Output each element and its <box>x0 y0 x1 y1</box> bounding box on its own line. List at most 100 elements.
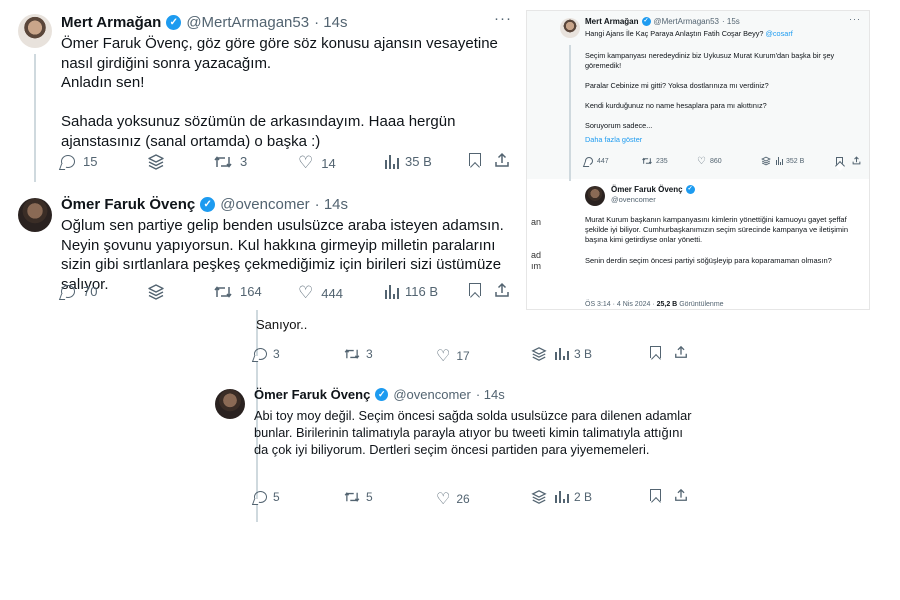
reply-button[interactable]: 3 <box>254 347 280 361</box>
views-icon <box>776 157 783 165</box>
heart-icon: ♡ <box>298 283 314 302</box>
grok-button[interactable] <box>147 283 165 301</box>
tweet-thread-panel-2: Mert Armağan ✓ @MertArmagan53 · 15s ··· … <box>526 10 870 310</box>
retweet-icon <box>214 155 232 168</box>
retweet-count: 5 <box>366 490 373 504</box>
avatar[interactable] <box>585 186 605 206</box>
retweet-button[interactable]: 164 <box>214 284 262 299</box>
tweet-time[interactable]: · 15s <box>722 17 740 26</box>
author-name[interactable]: Ömer Faruk Övenç <box>61 196 195 213</box>
retweet-button[interactable]: 235 <box>642 157 668 165</box>
heart-icon: ♡ <box>436 491 451 508</box>
avatar[interactable] <box>18 198 52 232</box>
bookmark-icon <box>469 283 481 296</box>
retweet-button[interactable]: 3 <box>344 347 373 361</box>
views-button[interactable]: 2 B <box>555 490 592 504</box>
bookmark-button[interactable] <box>469 283 481 296</box>
views-icon <box>555 348 569 360</box>
share-icon <box>675 345 687 358</box>
mention-link[interactable]: @cosarf <box>766 29 793 38</box>
reply-icon <box>254 491 267 503</box>
views-button[interactable]: 3 B <box>555 347 592 361</box>
author-handle[interactable]: @MertArmagan53 <box>654 17 719 26</box>
grok-button[interactable] <box>531 346 547 362</box>
tweet-thread-panel-1: Mert Armağan ✓ @MertArmagan53 · 14s ··· … <box>0 0 522 312</box>
views-label: Görüntülenme <box>679 301 724 308</box>
tweet-text: Murat Kurum başkanın kampanyasını kimler… <box>585 215 849 265</box>
views-icon <box>385 154 399 169</box>
bookmark-button[interactable] <box>469 153 481 166</box>
like-button[interactable]: ♡ 26 <box>436 489 470 509</box>
author-name[interactable]: Mert Armağan <box>585 17 639 26</box>
author-handle[interactable]: @ovencomer <box>611 195 656 204</box>
previous-tweet-text: Sanıyor.. <box>256 317 308 332</box>
share-button[interactable] <box>494 152 510 168</box>
like-button[interactable]: ♡ 860 <box>697 156 722 167</box>
reply-button[interactable]: 70 <box>61 284 97 299</box>
tweet-header: Ömer Faruk Övenç ✓ <box>611 185 695 194</box>
avatar[interactable] <box>215 389 245 419</box>
grok-button[interactable] <box>531 489 547 505</box>
share-button[interactable] <box>674 345 688 359</box>
bookmark-button[interactable] <box>650 489 661 501</box>
author-name[interactable]: Ömer Faruk Övenç <box>611 185 683 194</box>
tweet-time[interactable]: · 14s <box>476 387 505 402</box>
avatar[interactable] <box>560 18 580 38</box>
like-count: 444 <box>321 285 343 301</box>
avatar[interactable] <box>18 14 52 48</box>
verified-badge-icon: ✓ <box>166 15 182 30</box>
retweet-count: 164 <box>240 284 262 299</box>
like-button[interactable]: ♡ 444 <box>298 283 343 303</box>
tweet-text: Abi toy moy değil. Seçim öncesi sağda so… <box>254 408 692 457</box>
reply-icon <box>61 285 75 298</box>
bookmark-icon <box>650 346 661 358</box>
like-count: 17 <box>456 349 470 363</box>
show-more-link[interactable]: Daha fazla göster <box>585 135 642 144</box>
bookmark-button[interactable] <box>836 157 843 165</box>
tweet-header: Ömer Faruk Övenç ✓ @ovencomer · 14s <box>254 387 505 402</box>
reply-button[interactable]: 5 <box>254 490 280 504</box>
thread-connector <box>34 54 36 182</box>
tweet-time[interactable]: · 14s <box>314 14 347 31</box>
views-button[interactable]: 35 B <box>385 154 432 169</box>
like-button[interactable]: ♡ 14 <box>298 153 336 173</box>
tweet-header-handle: @ovencomer <box>611 195 656 204</box>
share-button[interactable] <box>494 282 510 298</box>
tweet-time[interactable]: ÖS 3:14 · 4 Nis 2024 · <box>585 301 655 308</box>
author-handle[interactable]: @ovencomer <box>393 387 471 402</box>
views-button[interactable]: 352 B <box>776 157 804 165</box>
author-handle[interactable]: @ovencomer <box>220 196 309 213</box>
bookmark-icon <box>650 489 661 501</box>
like-button[interactable]: ♡ 17 <box>436 346 470 366</box>
views-button[interactable]: 116 B <box>385 284 438 299</box>
tweet-text: Hangi Ajans İle Kaç Paraya Anlaştın Fati… <box>585 29 764 38</box>
retweet-button[interactable]: 5 <box>344 490 373 504</box>
retweet-icon <box>344 349 360 359</box>
retweet-count: 3 <box>366 347 373 361</box>
author-handle[interactable]: @MertArmagan53 <box>186 14 309 31</box>
bookmark-icon <box>836 157 843 165</box>
share-button[interactable] <box>852 156 861 165</box>
more-options-icon[interactable]: ··· <box>849 14 861 24</box>
reply-count: 70 <box>83 284 98 299</box>
reply-button[interactable]: 447 <box>585 157 609 165</box>
clipped-background-text: an ad ım <box>531 217 542 271</box>
grok-button[interactable] <box>761 156 771 166</box>
share-button[interactable] <box>674 488 688 502</box>
view-count: 116 B <box>405 284 439 299</box>
retweet-icon <box>344 492 360 502</box>
grok-button[interactable] <box>147 153 165 171</box>
heart-icon: ♡ <box>436 348 451 365</box>
reply-button[interactable]: 15 <box>61 154 97 169</box>
view-count: 35 B <box>405 154 432 169</box>
more-options-icon[interactable]: ··· <box>494 10 512 27</box>
tweet-header: Mert Armağan ✓ @MertArmagan53 · 14s <box>61 14 347 31</box>
bookmark-button[interactable] <box>650 346 661 358</box>
reply-icon <box>585 157 593 165</box>
tweet-text-first-line: Hangi Ajans İle Kaç Paraya Anlaştın Fati… <box>585 29 860 39</box>
author-name[interactable]: Mert Armağan <box>61 14 161 31</box>
tweet-text: Oğlum sen partiye gelip benden usulsüzce… <box>61 217 504 293</box>
retweet-button[interactable]: 3 <box>214 154 247 169</box>
author-name[interactable]: Ömer Faruk Övenç <box>254 387 370 402</box>
tweet-time[interactable]: · 14s <box>315 196 348 213</box>
